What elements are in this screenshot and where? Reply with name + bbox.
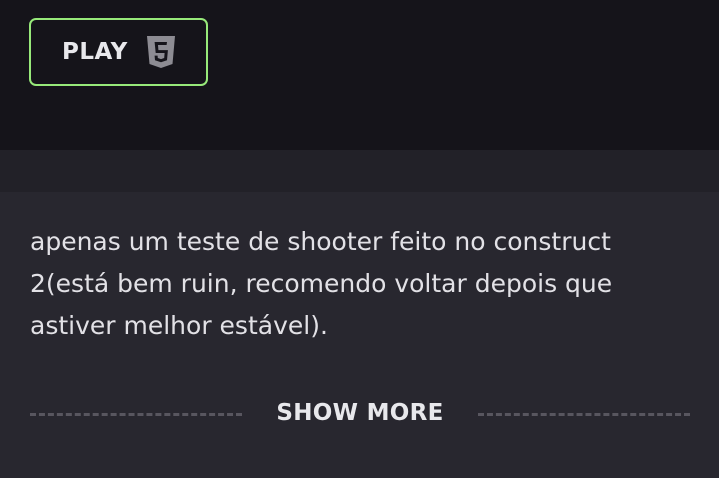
game-header: PLAY: [0, 0, 719, 150]
html5-icon: [146, 35, 176, 69]
section-divider: [0, 150, 719, 192]
dashed-divider-right: [478, 413, 690, 416]
description-panel: apenas um teste de shooter feito no cons…: [0, 192, 719, 478]
game-description: apenas um teste de shooter feito no cons…: [30, 227, 613, 340]
show-more-row: SHOW MORE: [30, 393, 690, 433]
play-button-label: PLAY: [62, 39, 128, 65]
dashed-divider-left: [30, 413, 242, 416]
play-button[interactable]: PLAY: [29, 18, 208, 86]
show-more-button[interactable]: SHOW MORE: [258, 393, 462, 433]
